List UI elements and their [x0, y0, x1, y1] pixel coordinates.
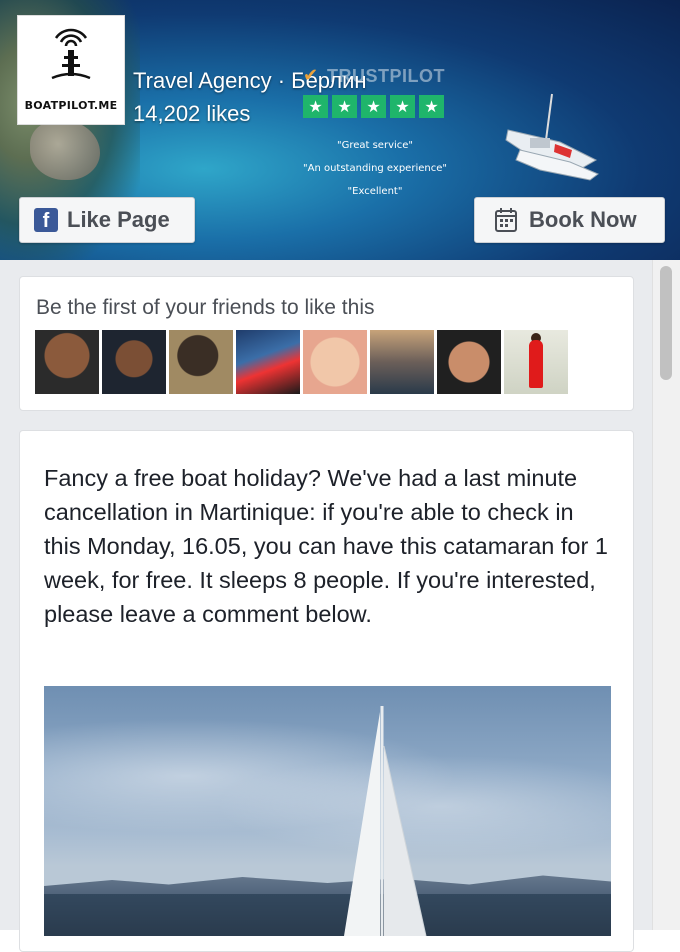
rating-stars: ★ ★ ★ ★ ★: [303, 95, 444, 118]
friend-avatar[interactable]: [102, 330, 166, 394]
star-icon: ★: [390, 95, 415, 118]
calendar-icon: [495, 208, 517, 232]
catamaran-icon: [505, 93, 599, 181]
friend-avatar[interactable]: [35, 330, 99, 394]
friends-card: Be the first of your friends to like thi…: [19, 276, 634, 411]
page-cover: BOATPILOT.ME Travel Agency · Берлин 14,2…: [0, 0, 680, 260]
likes-count: 14,202 likes: [133, 101, 251, 126]
star-icon: ★: [303, 95, 328, 118]
like-page-button[interactable]: f Like Page: [19, 197, 195, 243]
friend-avatar[interactable]: [236, 330, 300, 394]
facebook-f-icon: f: [34, 208, 58, 232]
star-icon: ★: [419, 95, 444, 118]
book-now-button[interactable]: Book Now: [474, 197, 665, 243]
review-quotes: "Great service" "An outstanding experien…: [270, 134, 480, 203]
sailboat-image: [344, 706, 427, 936]
star-icon: ★: [361, 95, 386, 118]
like-page-label: Like Page: [67, 207, 170, 232]
post-photo[interactable]: [44, 686, 611, 936]
logo-text: BOATPILOT.ME: [24, 99, 118, 112]
page-logo[interactable]: BOATPILOT.ME: [17, 15, 125, 125]
friend-avatar[interactable]: [437, 330, 501, 394]
friend-avatars: [35, 330, 568, 394]
friend-avatar[interactable]: [303, 330, 367, 394]
review-quote: "Excellent": [347, 186, 403, 197]
scrollbar-thumb[interactable]: [660, 266, 672, 380]
sky-clouds: [44, 716, 611, 866]
post-text: Fancy a free boat holiday? We've had a l…: [44, 465, 608, 627]
friend-avatar[interactable]: [370, 330, 434, 394]
friend-avatar[interactable]: [169, 330, 233, 394]
trustpilot-check-icon: ✔: [303, 65, 319, 86]
trustpilot-logo: ✔ TRUSTPILOT: [303, 65, 453, 87]
post-card: Fancy a free boat holiday? We've had a l…: [19, 430, 634, 952]
friends-title: Be the first of your friends to like thi…: [36, 296, 375, 319]
star-icon: ★: [332, 95, 357, 118]
avatar-body: [529, 340, 543, 388]
radio-tower-icon: [51, 28, 91, 80]
book-now-label: Book Now: [529, 207, 637, 232]
review-quote: "Great service": [336, 140, 414, 151]
scrollbar[interactable]: [652, 260, 680, 930]
trustpilot-brand: TRUSTPILOT: [327, 66, 445, 86]
friend-avatar[interactable]: [504, 330, 568, 394]
review-quote: "An outstanding experience": [303, 163, 447, 174]
